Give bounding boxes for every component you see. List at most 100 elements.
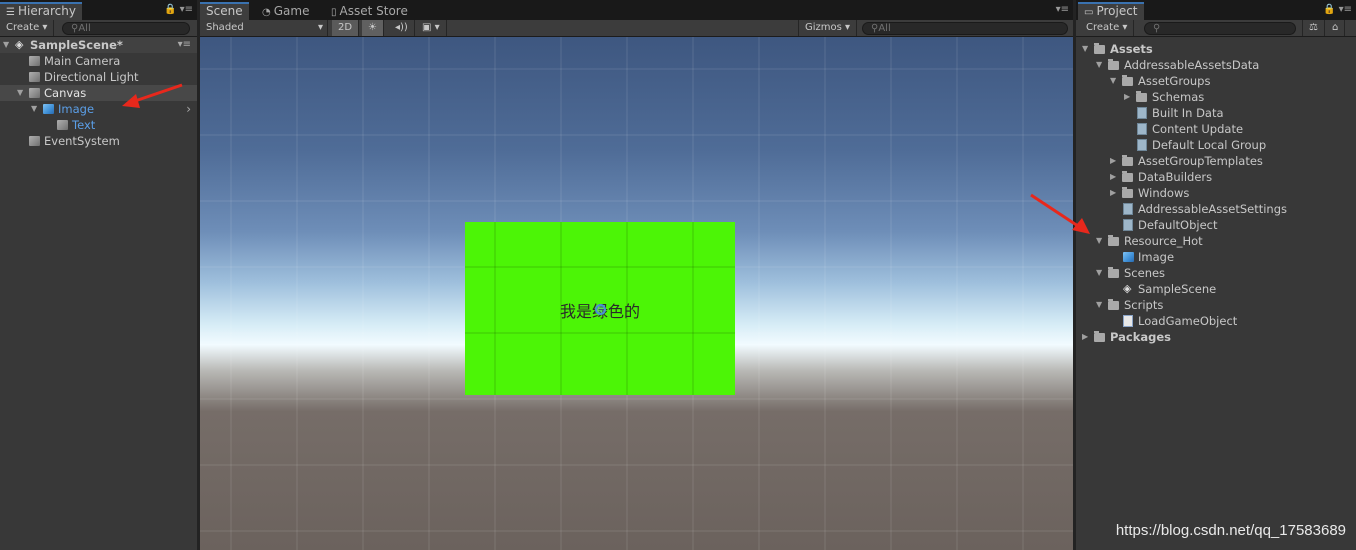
hierarchy-tabbar: ☰ Hierarchy 🔒 ▾≡ bbox=[0, 0, 197, 20]
collapse-arrow-icon[interactable]: ▶ bbox=[1110, 153, 1120, 169]
folder-icon bbox=[1122, 187, 1133, 198]
unity-scene-icon: ◈ bbox=[15, 38, 24, 51]
project-toolbar: Create ▾ ⚲ ⚖ ⌂ bbox=[1076, 20, 1356, 37]
rect-pivot-icon[interactable] bbox=[595, 304, 606, 315]
pacman-icon: ◔ bbox=[262, 7, 271, 18]
project-item[interactable]: LoadGameObject bbox=[1076, 313, 1356, 329]
expand-arrow-icon[interactable]: ▼ bbox=[1110, 73, 1120, 89]
asset-file-icon bbox=[1123, 203, 1133, 215]
ui-image-green[interactable]: 我是绿色的 bbox=[465, 222, 735, 395]
hierarchy-toolbar: Create ▾ ⚲All bbox=[0, 20, 197, 37]
folder-icon bbox=[1094, 331, 1105, 342]
scene-tabbar: Scene ◔ Game ▯ Asset Store ▾≡ bbox=[200, 0, 1073, 20]
hierarchy-panel: ☰ Hierarchy 🔒 ▾≡ Create ▾ ⚲All ▼ ◈ Sample… bbox=[0, 0, 197, 550]
prefab-cube-icon bbox=[1123, 252, 1134, 262]
collapse-arrow-icon[interactable]: ▶ bbox=[1110, 169, 1120, 185]
project-item[interactable]: ▶ Schemas bbox=[1076, 89, 1356, 105]
project-tabbar: ▭ Project 🔒 ▾≡ bbox=[1076, 0, 1356, 20]
folder-icon bbox=[1122, 155, 1133, 166]
unity-scene-icon: ◈ bbox=[1123, 282, 1132, 295]
expand-arrow-icon[interactable]: ▼ bbox=[1096, 297, 1106, 313]
filter-by-label-icon[interactable]: ⌂ bbox=[1326, 20, 1346, 36]
project-item[interactable]: DefaultObject bbox=[1076, 217, 1356, 233]
expand-arrow-icon[interactable]: ▼ bbox=[1096, 233, 1106, 249]
folder-icon bbox=[1136, 91, 1147, 102]
collapse-arrow-icon[interactable]: ▶ bbox=[1124, 89, 1134, 105]
annotation-arrow bbox=[1030, 193, 1090, 234]
hierarchy-item[interactable]: Text bbox=[0, 117, 197, 133]
hierarchy-item[interactable]: EventSystem bbox=[0, 133, 197, 149]
csharp-script-icon bbox=[1123, 315, 1133, 327]
tab-scene[interactable]: Scene bbox=[200, 2, 249, 20]
gameobject-cube-icon bbox=[29, 56, 40, 66]
project-item[interactable]: ▼ Assets bbox=[1076, 41, 1356, 57]
prefab-cube-icon bbox=[43, 104, 54, 114]
folder-icon bbox=[1122, 171, 1133, 182]
create-dropdown[interactable]: Create ▾ bbox=[1080, 20, 1135, 36]
lighting-toggle-icon[interactable]: ☀ bbox=[362, 20, 384, 36]
toggle-2d-button[interactable]: 2D bbox=[332, 20, 360, 36]
project-item[interactable]: Content Update bbox=[1076, 121, 1356, 137]
project-panel: ▭ Project 🔒 ▾≡ Create ▾ ⚲ ⚖ ⌂ ▼ Assets ▼ … bbox=[1030, 0, 1356, 550]
scene-panel: Scene ◔ Game ▯ Asset Store ▾≡ Shaded ▾ 2D ☀… bbox=[200, 0, 1073, 550]
project-item[interactable]: ◈ SampleScene bbox=[1076, 281, 1356, 297]
panel-menu-icon[interactable]: ▾≡ bbox=[1056, 4, 1069, 15]
project-item[interactable]: ▼ Resource_Hot bbox=[1076, 233, 1356, 249]
shading-mode-dropdown[interactable]: Shaded ▾ bbox=[200, 20, 328, 36]
gameobject-cube-icon bbox=[57, 120, 68, 130]
scene-search-input[interactable]: ⚲All bbox=[862, 22, 1068, 35]
panel-menu-icon[interactable]: 🔒 ▾≡ bbox=[164, 4, 193, 15]
hierarchy-search-input[interactable]: ⚲All bbox=[62, 22, 190, 35]
gameobject-cube-icon bbox=[29, 88, 40, 98]
expand-arrow-icon[interactable]: ▼ bbox=[1096, 265, 1106, 281]
audio-toggle-icon[interactable]: ◂)) bbox=[389, 20, 415, 36]
project-item[interactable]: AddressableAssetSettings bbox=[1076, 201, 1356, 217]
scene-menu-icon[interactable]: ▾≡ bbox=[178, 37, 191, 53]
scene-toolbar: Shaded ▾ 2D ☀ ◂)) ▣ ▾ Gizmos ▾ ⚲All bbox=[200, 20, 1073, 37]
project-item[interactable]: ▼ Scripts bbox=[1076, 297, 1356, 313]
expand-arrow-icon[interactable]: ▼ bbox=[1096, 57, 1106, 73]
gameobject-cube-icon bbox=[29, 72, 40, 82]
tab-project[interactable]: ▭ Project bbox=[1078, 2, 1144, 20]
create-dropdown[interactable]: Create ▾ bbox=[0, 20, 55, 36]
project-item[interactable]: ▼ AddressableAssetsData bbox=[1076, 57, 1356, 73]
scene-viewport[interactable]: 我是绿色的 bbox=[200, 37, 1073, 550]
asset-file-icon bbox=[1123, 219, 1133, 231]
collapse-arrow-icon[interactable]: ▶ bbox=[1110, 185, 1120, 201]
scene-name: SampleScene* bbox=[30, 38, 123, 52]
expand-arrow-icon[interactable]: ▼ bbox=[31, 101, 41, 117]
tab-hierarchy[interactable]: ☰ Hierarchy bbox=[0, 2, 82, 20]
project-item[interactable]: ▼ AssetGroups bbox=[1076, 73, 1356, 89]
folder-icon bbox=[1108, 235, 1119, 246]
project-item[interactable]: ▼ Scenes bbox=[1076, 265, 1356, 281]
folder-icon bbox=[1108, 59, 1119, 70]
scene-row[interactable]: ▼ ◈ SampleScene* ▾≡ bbox=[0, 37, 197, 53]
project-item[interactable]: ▶ Windows bbox=[1076, 185, 1356, 201]
gameobject-cube-icon bbox=[29, 136, 40, 146]
hierarchy-item[interactable]: Main Camera bbox=[0, 53, 197, 69]
folder-icon bbox=[1122, 75, 1133, 86]
project-item[interactable]: ▶ Packages bbox=[1076, 329, 1356, 345]
project-item[interactable]: Default Local Group bbox=[1076, 137, 1356, 153]
bag-icon: ▯ bbox=[331, 7, 337, 18]
folder-icon bbox=[1108, 299, 1119, 310]
filter-by-type-icon[interactable]: ⚖ bbox=[1302, 20, 1325, 36]
project-item[interactable]: Built In Data bbox=[1076, 105, 1356, 121]
project-item[interactable]: ▶ DataBuilders bbox=[1076, 169, 1356, 185]
collapse-arrow-icon[interactable]: ▶ bbox=[1082, 329, 1092, 345]
search-icon: ⚲ bbox=[1153, 23, 1161, 34]
project-item[interactable]: Image bbox=[1076, 249, 1356, 265]
expand-arrow-icon[interactable]: ▼ bbox=[3, 37, 13, 53]
folder-tab-icon: ▭ bbox=[1084, 7, 1094, 18]
panel-menu-icon[interactable]: 🔒 ▾≡ bbox=[1323, 4, 1352, 15]
expand-arrow-icon[interactable]: ▼ bbox=[17, 85, 27, 101]
asset-file-icon bbox=[1137, 123, 1147, 135]
annotation-arrow bbox=[122, 83, 183, 108]
tab-asset-store[interactable]: ▯ Asset Store bbox=[325, 2, 414, 20]
gizmos-dropdown[interactable]: Gizmos ▾ bbox=[798, 20, 858, 36]
expand-arrow-icon[interactable]: ▼ bbox=[1082, 41, 1092, 57]
tab-game[interactable]: ◔ Game bbox=[256, 2, 315, 20]
project-item[interactable]: ▶ AssetGroupTemplates bbox=[1076, 153, 1356, 169]
project-search-input[interactable]: ⚲ bbox=[1144, 22, 1296, 35]
effects-toggle-icon[interactable]: ▣ ▾ bbox=[416, 20, 447, 36]
